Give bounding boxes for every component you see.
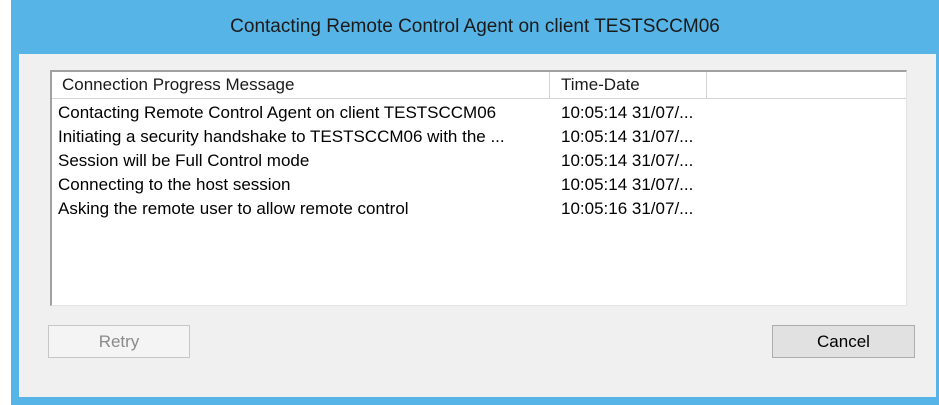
column-header-time-date[interactable]: Time-Date — [550, 72, 707, 98]
dialog-window: Contacting Remote Control Agent on clien… — [11, 0, 939, 405]
row-time-date: 10:05:14 31/07/... — [561, 175, 694, 194]
list-header: Connection Progress Message Time-Date — [52, 72, 906, 99]
list-row[interactable]: Initiating a security handshake to TESTS… — [52, 125, 906, 149]
cancel-button[interactable]: Cancel — [772, 325, 915, 358]
row-message: Initiating a security handshake to TESTS… — [58, 127, 505, 146]
column-header-blank[interactable] — [707, 72, 906, 98]
row-message: Contacting Remote Control Agent on clien… — [58, 103, 497, 122]
row-message: Session will be Full Control mode — [58, 151, 310, 170]
window-title: Contacting Remote Control Agent on clien… — [230, 16, 720, 37]
list-row[interactable]: Contacting Remote Control Agent on clien… — [52, 101, 906, 125]
list-row[interactable]: Connecting to the host session 10:05:14 … — [52, 173, 906, 197]
row-time-date: 10:05:14 31/07/... — [561, 127, 694, 146]
retry-button[interactable]: Retry — [48, 325, 190, 358]
column-header-message[interactable]: Connection Progress Message — [52, 72, 550, 98]
title-bar[interactable]: Contacting Remote Control Agent on clien… — [11, 0, 939, 54]
row-time-date: 10:05:16 31/07/... — [561, 199, 694, 218]
dialog-client-area: Connection Progress Message Time-Date Co… — [19, 54, 936, 397]
row-time-date: 10:05:14 31/07/... — [561, 151, 694, 170]
list-rows: Contacting Remote Control Agent on clien… — [52, 101, 906, 221]
row-time-date: 10:05:14 31/07/... — [561, 103, 694, 122]
row-message: Connecting to the host session — [58, 175, 291, 194]
list-row[interactable]: Asking the remote user to allow remote c… — [52, 197, 906, 221]
row-message: Asking the remote user to allow remote c… — [58, 199, 409, 218]
connection-progress-list[interactable]: Connection Progress Message Time-Date Co… — [50, 70, 907, 306]
list-row[interactable]: Session will be Full Control mode 10:05:… — [52, 149, 906, 173]
